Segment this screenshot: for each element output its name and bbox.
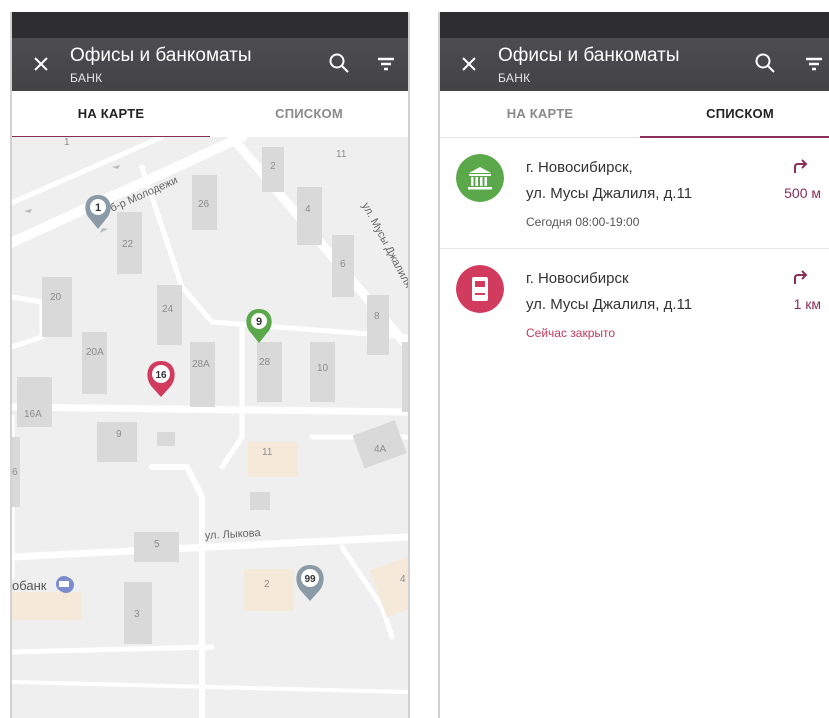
building-number: 5: [154, 539, 160, 550]
map-marker-9[interactable]: 9: [246, 309, 272, 343]
building: [190, 342, 215, 407]
atm-icon: [456, 265, 504, 313]
building-number: 28: [259, 357, 271, 368]
svg-text:1: 1: [95, 202, 101, 214]
route-arrow-icon[interactable]: [792, 269, 810, 285]
building-number: 4: [400, 574, 406, 585]
svg-text:9: 9: [256, 316, 262, 328]
map-canvas[interactable]: 2 26 4 22 6 20 24 8 20А 28А 28 10 16А 9 …: [12, 137, 408, 718]
building-number: 10: [317, 363, 329, 374]
road: [149, 464, 205, 718]
svg-text:99: 99: [304, 574, 316, 585]
building-highlighted: [248, 442, 298, 477]
building-highlighted: [369, 556, 408, 618]
building-number: 11: [262, 447, 273, 458]
map-marker-1[interactable]: 1: [85, 195, 111, 229]
street-label: ул. Лыкова: [205, 527, 262, 542]
road: [12, 680, 408, 694]
building-number: 16А: [24, 409, 42, 420]
building-number: 20: [50, 292, 62, 303]
screen-list-view: Офисы и банкоматы БАНК НА КАРТЕ СПИСКОМ: [438, 12, 829, 718]
search-icon[interactable]: [328, 52, 350, 74]
map-marker-99[interactable]: 99: [296, 565, 324, 601]
building: [157, 285, 182, 345]
status-bar: [12, 12, 408, 38]
address-street: ул. Мусы Джалиля, д.11: [526, 296, 693, 313]
building: [250, 492, 270, 510]
building-number: 20А: [86, 347, 104, 358]
address-city: г. Новосибирск,: [526, 159, 633, 176]
building: [82, 332, 107, 394]
filter-icon[interactable]: [804, 54, 824, 74]
building-number: 4: [305, 204, 311, 215]
branch-list: г. Новосибирск, ул. Мусы Джалиля, д.11 С…: [440, 138, 829, 359]
tab-bar: НА КАРТЕ СПИСКОМ: [440, 91, 829, 138]
road: [12, 403, 408, 416]
tab-map[interactable]: НА КАРТЕ: [12, 91, 210, 137]
tab-map[interactable]: НА КАРТЕ: [440, 91, 640, 137]
list-item[interactable]: г. Новосибирск, ул. Мусы Джалиля, д.11 С…: [440, 138, 829, 249]
building-number: 26: [198, 199, 210, 210]
page-title: Офисы и банкоматы: [70, 45, 252, 66]
direction-arrow-icon: [100, 228, 108, 233]
filter-icon[interactable]: [376, 54, 396, 74]
road: [12, 294, 45, 350]
building-number: 3: [134, 609, 140, 620]
poi-label: обанк: [12, 578, 47, 593]
svg-text:16: 16: [155, 370, 167, 381]
map[interactable]: 2 26 4 22 6 20 24 8 20А 28А 28 10 16А 9 …: [12, 137, 408, 718]
tab-list[interactable]: СПИСКОМ: [640, 91, 829, 137]
search-icon[interactable]: [754, 52, 776, 74]
app-bar: Офисы и банкоматы БАНК: [12, 38, 408, 91]
list-item[interactable]: г. Новосибирск ул. Мусы Джалиля, д.11 Се…: [440, 249, 829, 359]
building: [297, 187, 322, 245]
building-number: 6: [12, 467, 18, 478]
building: [157, 432, 175, 446]
status-bar: [440, 12, 829, 38]
building-number: 8: [374, 311, 380, 322]
distance: 1 км: [793, 296, 821, 312]
building-number: 22: [122, 239, 134, 250]
building: [257, 342, 282, 402]
page-subtitle: БАНК: [70, 71, 103, 85]
address-city: г. Новосибирск: [526, 270, 629, 287]
building: [42, 277, 72, 337]
app-bar: Офисы и банкоматы БАНК: [440, 38, 829, 91]
close-icon[interactable]: [458, 53, 480, 75]
building-number: 2: [264, 579, 270, 590]
building-highlighted: [12, 592, 82, 620]
building-number: 11: [336, 149, 347, 160]
building-number: 6: [340, 259, 346, 270]
building: [402, 342, 408, 412]
building: [97, 422, 137, 462]
map-marker-16[interactable]: 16: [147, 361, 175, 397]
building-number: 24: [162, 304, 174, 315]
close-icon[interactable]: [30, 53, 52, 75]
building-number: 2: [270, 161, 276, 172]
opening-hours: Сегодня 08:00-19:00: [526, 215, 640, 229]
route-arrow-icon[interactable]: [792, 158, 810, 174]
building: [367, 295, 389, 355]
status-closed: Сейчас закрыто: [526, 326, 616, 340]
building-highlighted: [244, 569, 294, 611]
screen-map-view: Офисы и банкоматы БАНК НА КАРТЕ СПИСКОМ: [10, 12, 410, 718]
address-street: ул. Мусы Джалиля, д.11: [526, 185, 693, 202]
building-number: 4А: [374, 444, 387, 455]
building-number: 28А: [192, 359, 210, 370]
building-number: 1: [64, 137, 70, 148]
tab-bar: НА КАРТЕ СПИСКОМ: [12, 91, 408, 138]
road: [219, 324, 245, 470]
page-subtitle: БАНК: [498, 71, 531, 85]
bank-building-icon: [456, 154, 504, 202]
distance: 500 м: [784, 185, 821, 201]
direction-arrow-icon: [24, 209, 32, 213]
street-label: ул. Мусы Джалиля: [359, 201, 408, 290]
tab-list[interactable]: СПИСКОМ: [210, 91, 408, 137]
page-title: Офисы и банкоматы: [498, 45, 680, 66]
direction-arrow-icon: [112, 165, 120, 169]
road: [12, 644, 215, 655]
building-number: 9: [116, 429, 122, 440]
